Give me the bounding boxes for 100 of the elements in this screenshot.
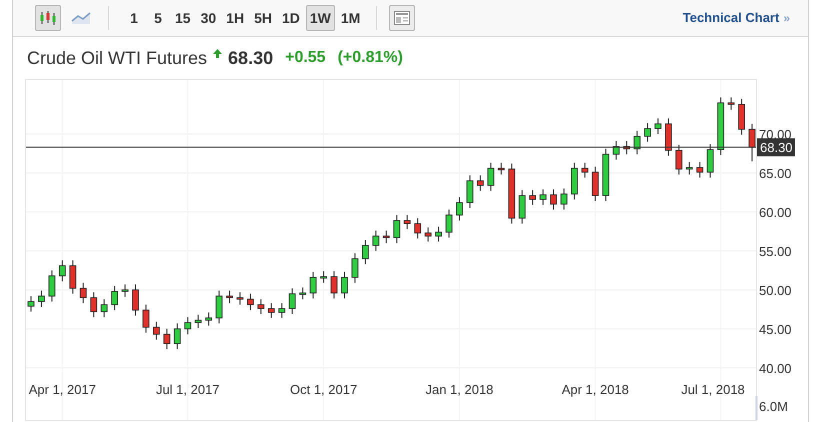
candlestick [153,321,160,340]
candlestick [717,96,724,156]
interval-tab[interactable]: 30 [196,5,220,31]
candlestick [435,226,442,242]
date-axis-label: Jul 1, 2017 [156,382,220,397]
candlestick [696,162,704,178]
date-axis-label: Apr 1, 2018 [562,382,629,397]
price-tag: 68.30 [757,138,795,156]
price-axis-label: 40.00 [759,360,792,376]
candlestick [174,322,181,350]
candlestick [623,140,630,155]
candlestick [372,230,380,252]
candlestick [581,162,588,178]
candlestick [665,118,672,156]
candlestick [100,298,108,318]
candlestick [728,96,735,110]
layout-button[interactable] [389,5,416,31]
interval-tab[interactable]: 1W [306,5,335,31]
price-axis-label: 60.00 [759,204,792,220]
candlestick [341,271,348,299]
candlestick [612,140,620,160]
candlestick [706,144,714,178]
candlestick [738,98,745,136]
candlestick-icon [39,10,57,26]
chart-type-button[interactable] [35,5,61,31]
candlestick [550,188,557,210]
interval-tab[interactable]: 5H [250,5,276,31]
candlestick [58,260,66,282]
candlestick [320,270,327,284]
price-axis-label: 55.00 [759,244,792,259]
candlestick [330,270,338,299]
candlestick [247,293,254,311]
candlestick [654,118,662,134]
candlestick [498,162,505,176]
technical-chart-link[interactable]: Technical Chart » [682,8,790,28]
candlestick [466,174,474,209]
candlestick [48,270,56,302]
price-axis-label: 45.00 [759,322,792,337]
candlestick [382,230,390,244]
candlestick [352,252,358,284]
date-axis-label: Jul 1, 2018 [681,382,745,397]
candlestick [288,288,296,315]
candlestick [132,284,139,316]
percent-change: (+0.81%) [338,48,403,68]
price-axis-label: 50.00 [759,282,792,298]
candlestick [80,282,87,304]
candlestick [142,304,150,334]
candlestick [258,298,264,315]
candlestick [560,188,568,210]
candlestick [602,148,610,202]
candlestick [69,260,76,294]
candlestick [184,316,192,335]
candlestick [236,292,244,306]
volume-axis-label: 6.0M [759,399,788,414]
candlestick [38,290,45,308]
candlestick [414,218,422,239]
candlestick [268,302,275,318]
candlestick [194,314,202,329]
candlestick [518,190,526,224]
interval-tab[interactable]: 1 [123,5,145,31]
candlestick [508,163,516,224]
candlestick [362,239,369,265]
interval-tab[interactable]: 1D [278,5,304,31]
candlestick [205,312,212,326]
date-axis-label: Oct 1, 2017 [290,382,358,397]
candlestick [446,209,452,238]
candlestick [456,196,463,221]
candlestick [28,296,34,312]
candlestick [571,162,578,200]
candlestick [90,292,98,318]
price-axis-label: 65.00 [759,166,792,181]
candlestick [676,144,682,176]
candlestick [393,214,400,244]
candlestick [540,188,546,206]
candlestick [529,190,536,206]
candlestick [404,214,411,230]
candlestick [592,166,599,202]
layout-icon [394,11,410,25]
candlestick [111,285,118,311]
date-axis-label: Jan 1, 2018 [425,382,494,397]
interval-tab[interactable]: 5 [147,5,169,31]
candlestick [634,130,640,155]
instrument-name: Crude Oil WTI Futures [27,46,208,70]
line-chart-icon [71,11,91,25]
candlestick [424,227,432,242]
candlestick [278,302,286,318]
candlestick [226,290,233,304]
candlestick [487,162,494,192]
interval-tab[interactable]: 15 [171,5,195,31]
candlestick [476,174,484,192]
candlestick [122,284,128,298]
interval-tab[interactable]: 1H [222,5,248,31]
candlestick [644,122,651,142]
date-axis-label: Apr 1, 2017 [28,382,96,397]
candlestick [310,271,317,299]
price-change: +0.55 [285,48,326,68]
candlestick [163,328,170,350]
candlestick [686,162,693,176]
interval-tab[interactable]: 1M [336,5,364,31]
candlestick [216,290,222,324]
